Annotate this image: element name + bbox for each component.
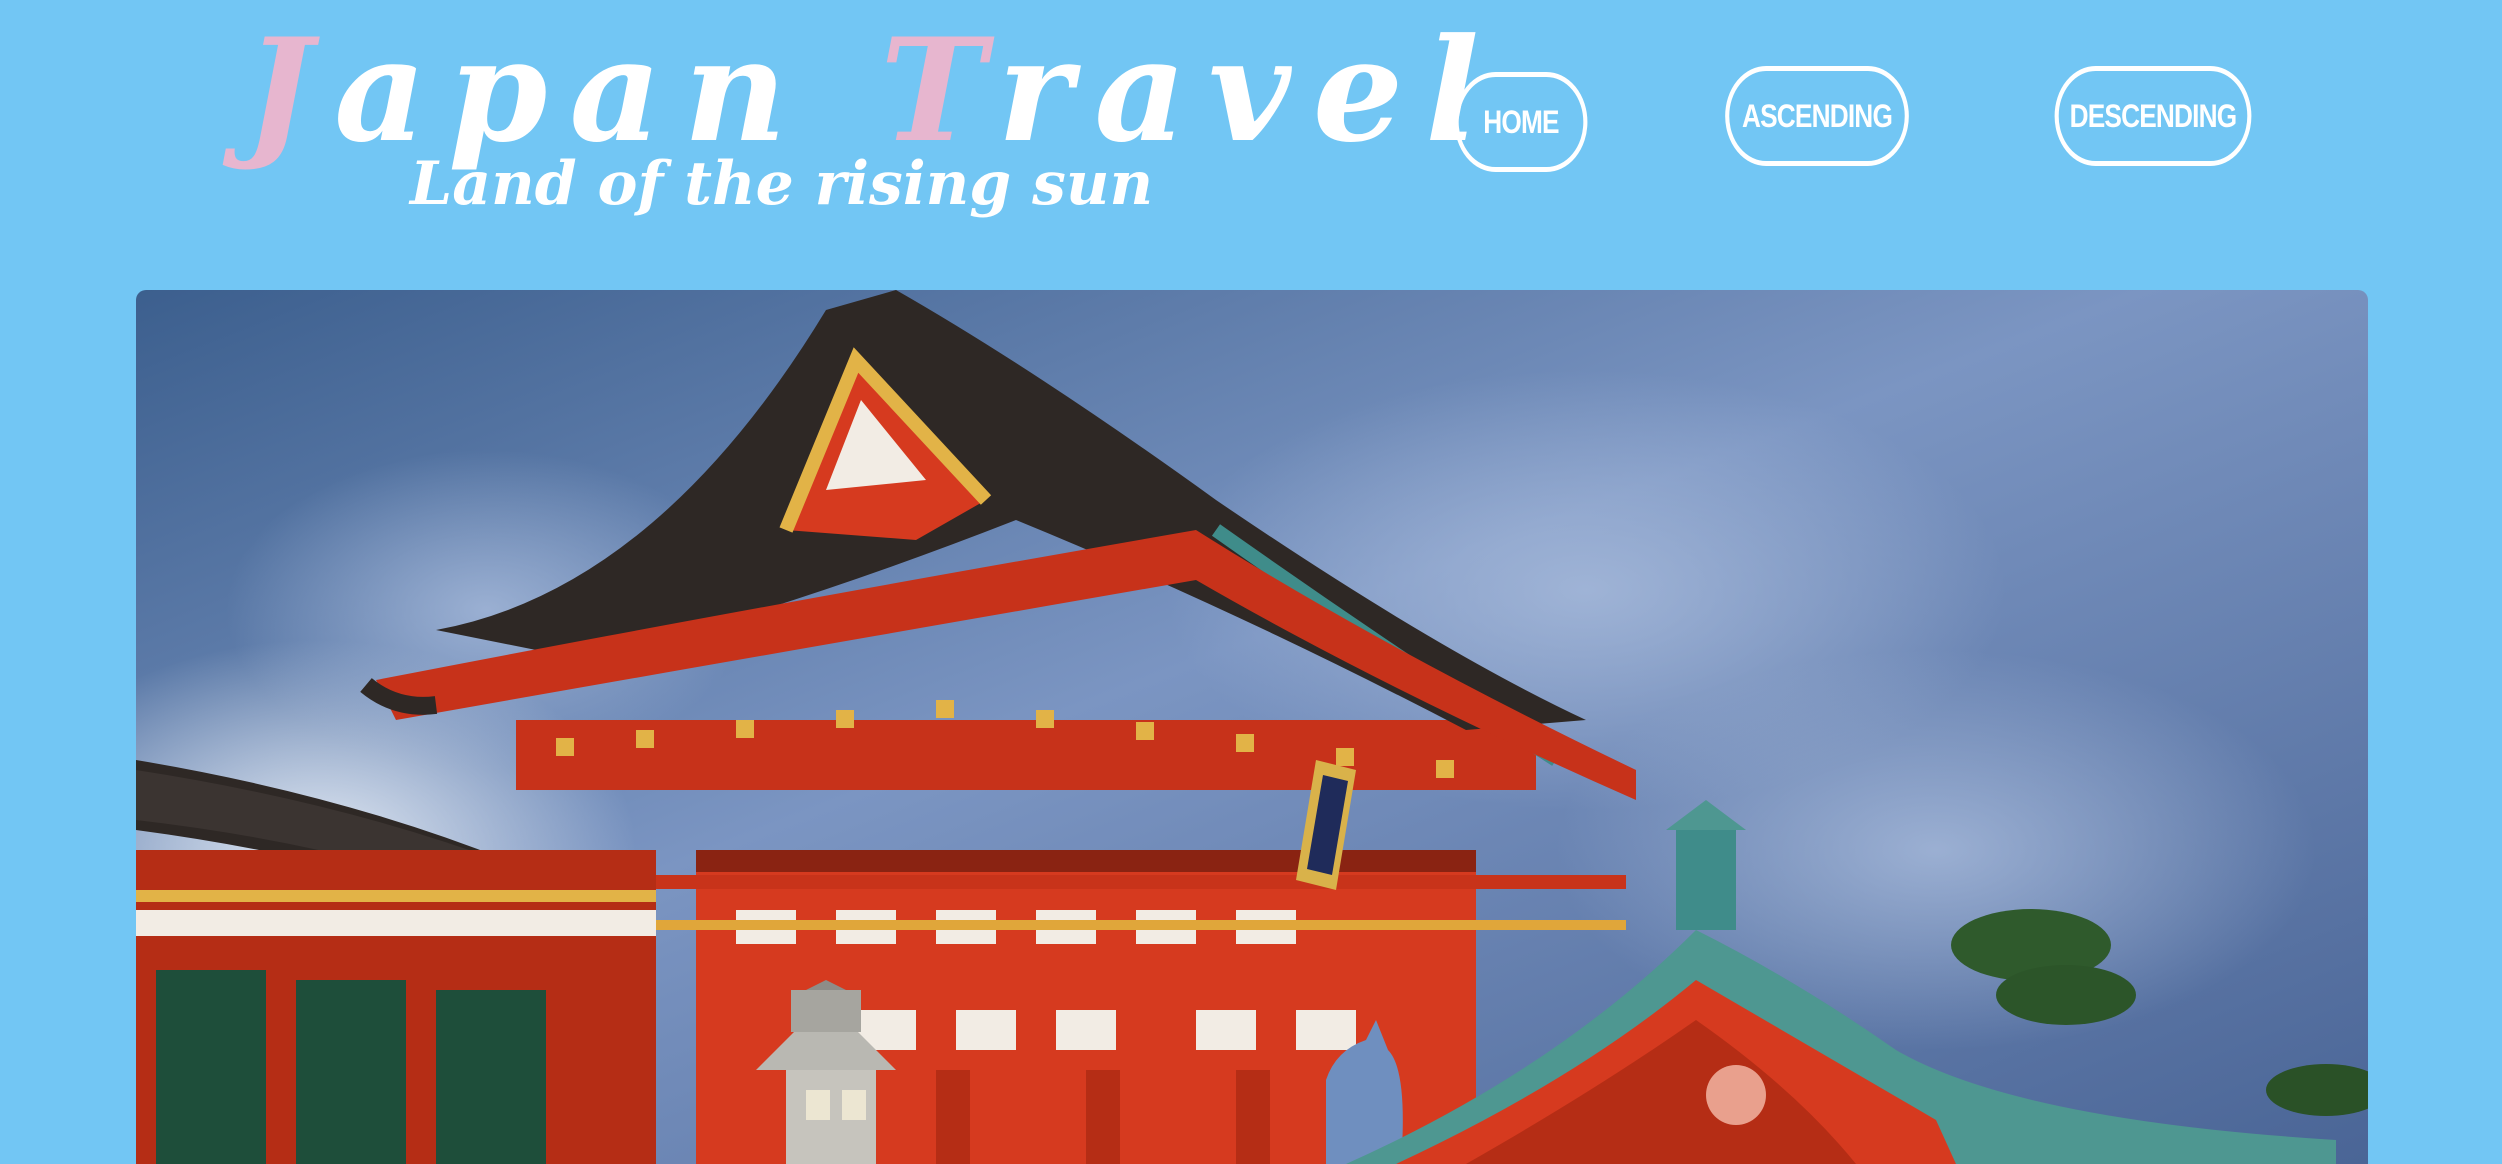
site-title: Japan Travel: [245, 20, 1501, 162]
site-logo[interactable]: Japan Travel Land of the rising sun: [245, 20, 1479, 245]
title-initial-j: J: [245, 8, 335, 174]
descending-button[interactable]: DESCENDING: [2054, 66, 2252, 166]
site-tagline: Land of the rising sun: [410, 149, 1154, 219]
home-button[interactable]: HOME: [1454, 72, 1588, 172]
shrine-gate-illustration: [136, 290, 2368, 1164]
hero-image: [136, 290, 2368, 1164]
ascending-button[interactable]: ASCENDING: [1725, 66, 1909, 166]
